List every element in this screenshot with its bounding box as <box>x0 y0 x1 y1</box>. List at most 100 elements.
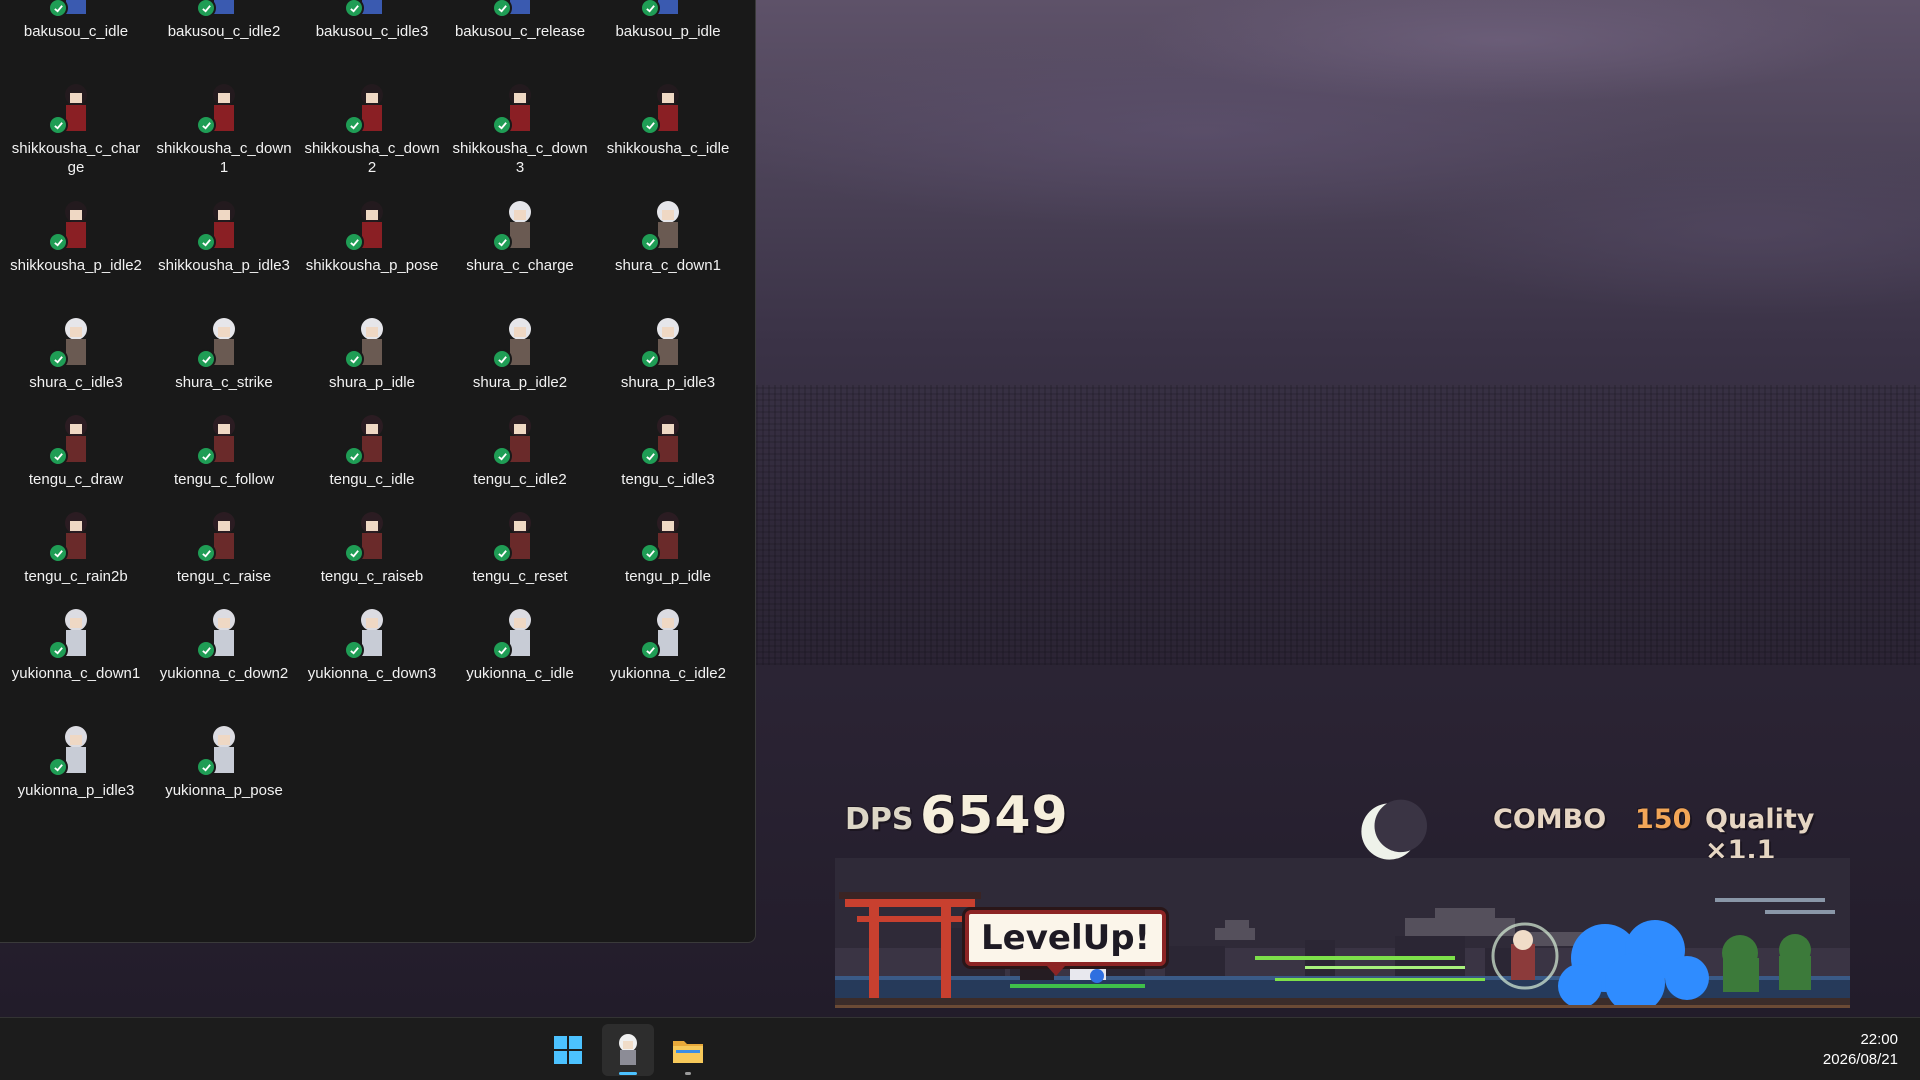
file-thumbnail <box>46 406 106 466</box>
check-circle-icon <box>196 543 216 563</box>
file-item[interactable]: yukionna_p_idle3 <box>2 709 150 821</box>
file-item[interactable]: yukionna_c_idle <box>446 592 594 704</box>
file-name: tengu_c_rain2b <box>24 568 128 585</box>
check-circle-icon <box>48 640 68 660</box>
system-clock[interactable]: 22:00 2026/08/21 <box>1823 1030 1898 1070</box>
file-item[interactable]: shikkousha_c_idle <box>594 67 742 179</box>
check-circle-icon <box>196 640 216 660</box>
file-thumbnail <box>342 503 402 563</box>
file-thumbnail <box>638 503 698 563</box>
file-name: shura_c_idle3 <box>29 374 123 391</box>
file-item[interactable]: bakusou_c_idle3 <box>298 0 446 62</box>
file-item[interactable]: shura_p_idle3 <box>594 301 742 413</box>
file-thumbnail <box>490 406 550 466</box>
taskbar-file-explorer[interactable] <box>662 1024 714 1076</box>
file-item[interactable]: tengu_p_idle <box>594 495 742 607</box>
file-item[interactable]: shura_c_charge <box>446 184 594 296</box>
file-item[interactable]: shikkousha_p_idle2 <box>2 184 150 296</box>
file-explorer-icon <box>673 1041 703 1063</box>
file-name: yukionna_p_pose <box>165 782 283 799</box>
file-item[interactable]: tengu_c_reset <box>446 495 594 607</box>
file-name: shikkousha_c_down2 <box>304 140 440 176</box>
file-name: tengu_c_idle3 <box>621 471 715 488</box>
file-name: shura_c_down1 <box>615 257 721 274</box>
check-circle-icon <box>48 543 68 563</box>
check-circle-icon <box>344 543 364 563</box>
file-item[interactable]: tengu_c_idle2 <box>446 398 594 510</box>
file-item[interactable]: shura_c_strike <box>150 301 298 413</box>
game-scene: LevelUp! <box>835 858 1850 1008</box>
check-circle-icon <box>344 115 364 135</box>
file-thumbnail <box>490 192 550 252</box>
file-name: shikkousha_p_pose <box>305 257 439 274</box>
file-item[interactable]: shura_c_idle3 <box>2 301 150 413</box>
check-circle-icon <box>492 232 512 252</box>
game-stats-bar: DPS 6549 COMBO 150 Quality ×1.1 <box>835 780 1850 866</box>
check-circle-icon <box>492 349 512 369</box>
dps-label: DPS <box>845 802 914 837</box>
file-item[interactable]: tengu_c_idle3 <box>594 398 742 510</box>
start-button[interactable] <box>542 1024 594 1076</box>
file-item[interactable]: tengu_c_raiseb <box>298 495 446 607</box>
file-thumbnail <box>490 309 550 369</box>
file-thumbnail <box>342 192 402 252</box>
file-item[interactable]: bakusou_c_release <box>446 0 594 62</box>
file-item[interactable]: tengu_c_raise <box>150 495 298 607</box>
file-name: bakusou_c_idle <box>23 23 129 40</box>
file-item[interactable]: shura_p_idle <box>298 301 446 413</box>
check-circle-icon <box>196 232 216 252</box>
file-name: shura_c_charge <box>466 257 574 274</box>
file-item[interactable]: shikkousha_c_down1 <box>150 67 298 179</box>
file-item[interactable]: shikkousha_c_charge <box>2 67 150 179</box>
check-circle-icon <box>344 446 364 466</box>
file-thumbnail <box>194 717 254 777</box>
check-circle-icon <box>640 640 660 660</box>
file-item[interactable]: bakusou_c_idle <box>2 0 150 62</box>
file-item[interactable]: shikkousha_c_down2 <box>298 67 446 179</box>
file-item[interactable]: yukionna_c_idle2 <box>594 592 742 704</box>
check-circle-icon <box>492 115 512 135</box>
check-circle-icon <box>344 349 364 369</box>
file-name: shura_p_idle2 <box>472 374 568 391</box>
file-name: tengu_c_idle <box>329 471 415 488</box>
check-circle-icon <box>48 757 68 777</box>
file-name: yukionna_c_down2 <box>159 665 289 682</box>
file-item[interactable]: bakusou_c_idle2 <box>150 0 298 62</box>
file-thumbnail <box>638 600 698 660</box>
file-item[interactable]: bakusou_p_idle <box>594 0 742 62</box>
file-thumbnail <box>194 192 254 252</box>
file-item[interactable]: yukionna_c_down1 <box>2 592 150 704</box>
file-name: shura_c_strike <box>175 374 273 391</box>
file-explorer-window: bakusou_c_idle bakusou_c_idle2 bakusou_c_i… <box>0 0 756 943</box>
file-item[interactable]: shikkousha_p_pose <box>298 184 446 296</box>
check-circle-icon <box>48 446 68 466</box>
file-item[interactable]: yukionna_c_down2 <box>150 592 298 704</box>
file-thumbnail <box>194 503 254 563</box>
file-thumbnail <box>194 600 254 660</box>
file-name: shikkousha_c_idle <box>606 140 730 157</box>
file-thumbnail <box>342 0 402 18</box>
check-circle-icon <box>344 640 364 660</box>
file-thumbnail <box>46 0 106 18</box>
file-item[interactable]: yukionna_p_pose <box>150 709 298 821</box>
check-circle-icon <box>640 446 660 466</box>
file-item[interactable]: shura_c_down1 <box>594 184 742 296</box>
check-circle-icon <box>196 446 216 466</box>
check-circle-icon <box>640 543 660 563</box>
file-name: yukionna_c_down3 <box>307 665 437 682</box>
file-name: yukionna_c_idle <box>466 665 574 682</box>
file-item[interactable]: shura_p_idle2 <box>446 301 594 413</box>
file-item[interactable]: tengu_c_rain2b <box>2 495 150 607</box>
file-item[interactable]: shikkousha_c_down3 <box>446 67 594 179</box>
file-item[interactable]: tengu_c_draw <box>2 398 150 510</box>
file-item[interactable]: tengu_c_idle <box>298 398 446 510</box>
file-name: yukionna_c_idle2 <box>610 665 726 682</box>
file-thumbnail <box>194 406 254 466</box>
file-item[interactable]: tengu_c_follow <box>150 398 298 510</box>
file-item[interactable]: shikkousha_p_idle3 <box>150 184 298 296</box>
clock-date: 2026/08/21 <box>1822 1051 1898 1068</box>
taskbar-game-app[interactable] <box>602 1024 654 1076</box>
check-circle-icon <box>48 115 68 135</box>
file-item[interactable]: yukionna_c_down3 <box>298 592 446 704</box>
file-name: shikkousha_c_down3 <box>452 140 588 176</box>
